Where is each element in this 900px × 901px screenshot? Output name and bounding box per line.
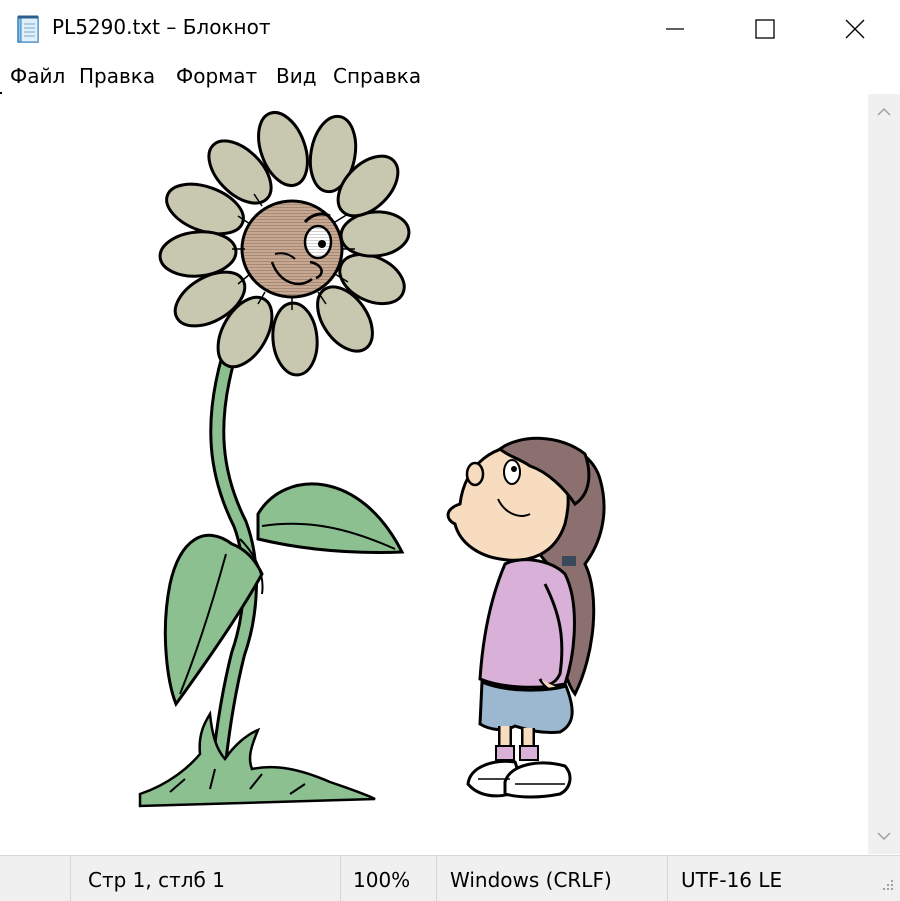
resize-grip-icon[interactable] (876, 875, 896, 895)
girl (446, 436, 606, 799)
vertical-scrollbar[interactable] (868, 94, 900, 854)
status-divider (70, 856, 71, 901)
minimize-icon (666, 28, 684, 30)
flower (138, 111, 411, 808)
status-divider (340, 856, 341, 901)
chevron-down-icon (877, 832, 891, 841)
scroll-up-button[interactable] (868, 94, 900, 130)
close-icon (845, 19, 865, 39)
window-title: PL5290.txt – Блокнот (52, 15, 271, 39)
title-bar: PL5290.txt – Блокнот (0, 0, 900, 58)
status-zoom: 100% (353, 868, 411, 892)
close-button[interactable] (810, 0, 900, 58)
text-editor[interactable] (0, 94, 868, 854)
menu-edit[interactable]: Правка (79, 64, 155, 88)
status-line-ending: Windows (CRLF) (450, 868, 612, 892)
status-bar: Стр 1, стлб 1 100% Windows (CRLF) UTF-16… (0, 855, 900, 901)
menu-help[interactable]: Справка (333, 64, 421, 88)
status-encoding: UTF-16 LE (681, 868, 783, 892)
maximize-button[interactable] (720, 0, 810, 58)
menu-file[interactable]: Файл (10, 64, 65, 88)
menu-bar: Файл Правка Формат Вид Справка (0, 62, 900, 92)
chevron-up-icon (877, 107, 891, 116)
notepad-icon (14, 14, 44, 44)
scroll-down-button[interactable] (868, 818, 900, 854)
status-divider (436, 856, 437, 901)
minimize-button[interactable] (630, 0, 720, 58)
menu-view[interactable]: Вид (276, 64, 317, 88)
menu-format[interactable]: Формат (176, 64, 257, 88)
maximize-icon (755, 19, 775, 39)
status-cursor-position: Стр 1, стлб 1 (88, 868, 225, 892)
status-divider (667, 856, 668, 901)
ascii-art-illustration (138, 111, 606, 808)
